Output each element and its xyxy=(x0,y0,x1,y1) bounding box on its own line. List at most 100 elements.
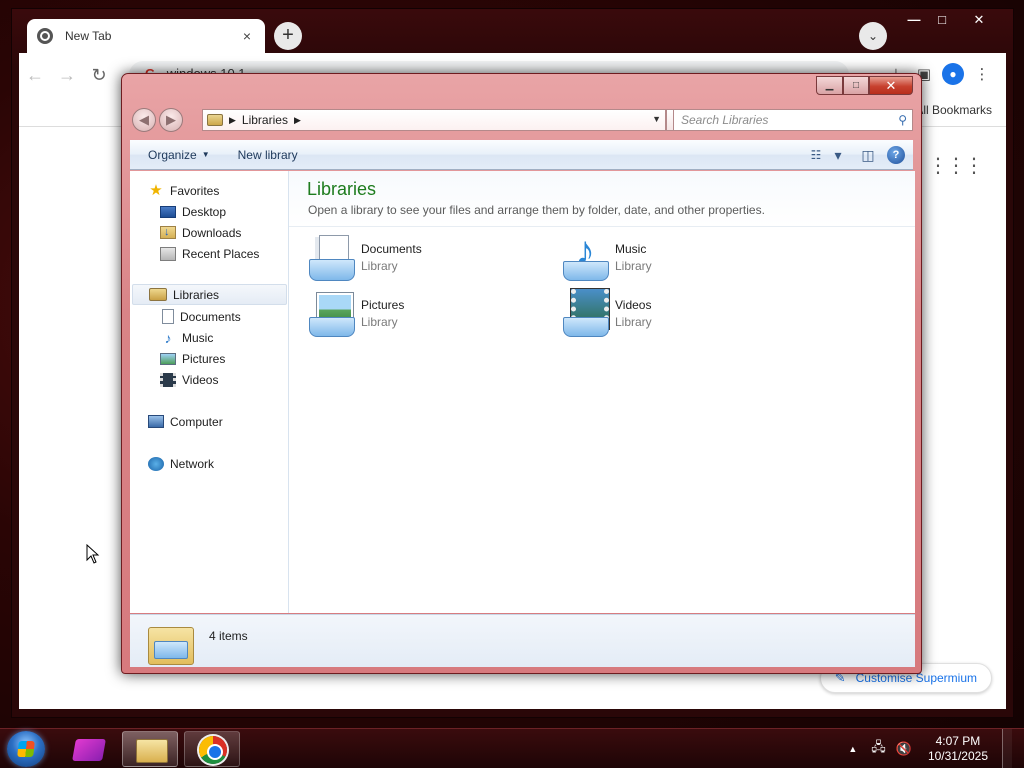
command-bar: Organize ▼ New library ☷ ▾ ◫ ? xyxy=(130,140,913,170)
taskbar-app-pink-icon[interactable] xyxy=(62,731,118,767)
pictures-library-icon xyxy=(307,289,355,337)
library-type: Library xyxy=(615,258,652,273)
search-icon[interactable]: ⚲ xyxy=(898,113,907,127)
nav-favorites[interactable]: ★ Favorites xyxy=(148,180,219,201)
nav-videos-label: Videos xyxy=(182,372,219,387)
nav-music[interactable]: ♪ Music xyxy=(160,327,214,348)
nav-libraries-label: Libraries xyxy=(173,287,220,302)
browser-window-controls: — □ ✕ xyxy=(899,11,1001,29)
clock[interactable]: 4:07 PM 10/31/2025 xyxy=(928,734,988,764)
tab-title: New Tab xyxy=(65,29,112,43)
forward-button[interactable]: → xyxy=(51,65,83,86)
network-icon xyxy=(148,456,164,471)
library-documents[interactable]: Documents Library xyxy=(307,233,422,281)
tab-new-tab[interactable]: New Tab × xyxy=(27,19,265,53)
nav-videos[interactable]: Videos xyxy=(160,369,218,390)
apps-grid-icon[interactable]: ⋮⋮⋮ xyxy=(928,153,984,178)
mouse-cursor-icon xyxy=(86,543,100,564)
search-placeholder: Search Libraries xyxy=(681,113,769,127)
nav-downloads-label: Downloads xyxy=(182,225,242,240)
volume-muted-icon[interactable]: 🔇 xyxy=(896,741,912,757)
new-tab-button[interactable]: + xyxy=(274,22,302,50)
library-pictures[interactable]: Pictures Library xyxy=(307,289,404,337)
documents-library-icon xyxy=(307,233,355,281)
taskbar-explorer-icon[interactable] xyxy=(122,731,178,767)
reload-button[interactable]: ↻ xyxy=(83,65,115,86)
new-library-button[interactable]: New library xyxy=(228,140,308,169)
preview-pane-icon[interactable]: ◫ xyxy=(857,144,879,166)
show-desktop-button[interactable] xyxy=(1002,729,1012,768)
explorer-address-bar[interactable]: ▶ Libraries ▶ ▼ xyxy=(202,109,666,131)
nav-desktop[interactable]: Desktop xyxy=(160,201,226,222)
nav-network[interactable]: Network xyxy=(148,453,214,474)
nav-recent-places[interactable]: Recent Places xyxy=(160,243,259,264)
library-type: Library xyxy=(361,258,398,273)
organize-button[interactable]: Organize ▼ xyxy=(138,140,220,169)
documents-icon xyxy=(162,309,174,324)
taskbar-browser-icon[interactable] xyxy=(184,731,240,767)
explorer-maximize-button[interactable]: □ xyxy=(843,76,869,95)
network-tray-icon[interactable]: 🖧 xyxy=(871,738,886,760)
start-button[interactable] xyxy=(7,731,45,767)
nav-desktop-label: Desktop xyxy=(182,204,227,219)
library-type: Library xyxy=(615,314,652,329)
nav-pictures[interactable]: Pictures xyxy=(160,348,225,369)
nav-documents[interactable]: Documents xyxy=(160,306,241,327)
tab-search-button[interactable]: ⌄ xyxy=(859,22,887,50)
navigation-pane: ★ Favorites Desktop Downloads Recent Pla… xyxy=(130,171,289,613)
nav-computer-label: Computer xyxy=(170,414,223,429)
browser-minimize-button[interactable]: — xyxy=(901,11,927,29)
nav-libraries[interactable]: Libraries xyxy=(132,284,287,305)
menu-kebab-icon[interactable]: ⋮ xyxy=(968,65,996,83)
chevron-down-icon: ▼ xyxy=(201,150,210,159)
breadcrumb-separator-icon[interactable]: ▶ xyxy=(229,115,236,126)
breadcrumb-separator-icon[interactable]: ▶ xyxy=(294,115,301,126)
nav-recent-places-label: Recent Places xyxy=(182,246,260,261)
explorer-back-button[interactable]: ◀ xyxy=(132,108,156,132)
nav-network-label: Network xyxy=(170,456,215,471)
tab-close-icon[interactable]: × xyxy=(239,28,255,44)
nav-pictures-label: Pictures xyxy=(182,351,226,366)
explorer-minimize-button[interactable]: ▁ xyxy=(816,76,843,95)
profile-avatar-icon[interactable]: ● xyxy=(942,63,964,85)
library-content: Libraries Open a library to see your fil… xyxy=(289,171,915,613)
change-view-icon[interactable]: ☷ xyxy=(805,144,827,166)
nav-downloads[interactable]: Downloads xyxy=(160,222,241,243)
explorer-window: ▁ □ ✕ ◀ ▶ ▶ Libraries ▶ ▼ ⇄ Search Libra… xyxy=(121,73,922,674)
nav-favorites-label: Favorites xyxy=(170,183,220,198)
browser-close-button[interactable]: ✕ xyxy=(957,11,1001,29)
nav-documents-label: Documents xyxy=(180,309,241,324)
show-hidden-icons-icon[interactable]: ▲ xyxy=(848,744,857,754)
tab-strip: New Tab × + ⌄ — □ ✕ xyxy=(12,9,1013,53)
chrome-favicon-icon xyxy=(37,28,53,44)
downloads-icon xyxy=(160,224,176,240)
search-input[interactable]: Search Libraries ⚲ xyxy=(673,109,913,131)
library-header: Libraries Open a library to see your fil… xyxy=(289,171,915,227)
explorer-forward-button[interactable]: ▶ xyxy=(159,108,183,132)
music-icon: ♪ xyxy=(164,329,172,346)
address-dropdown-icon[interactable]: ▼ xyxy=(652,114,661,124)
star-icon: ★ xyxy=(149,181,163,199)
library-name: Pictures xyxy=(361,297,405,312)
videos-icon xyxy=(160,372,176,387)
page-subtitle: Open a library to see your files and arr… xyxy=(308,203,765,217)
music-library-icon xyxy=(561,229,609,281)
computer-icon xyxy=(148,415,164,428)
views-dropdown-icon[interactable]: ▾ xyxy=(827,144,849,166)
library-name: Documents xyxy=(361,241,422,256)
explorer-close-button[interactable]: ✕ xyxy=(869,76,913,95)
all-bookmarks-button[interactable]: All Bookmarks xyxy=(915,103,992,117)
breadcrumb-libraries[interactable]: Libraries xyxy=(242,113,288,127)
library-name: Videos xyxy=(615,297,652,312)
desktop-icon xyxy=(160,205,176,218)
taskbar: ▲ 🖧 🔇 4:07 PM 10/31/2025 xyxy=(0,728,1024,768)
recent-places-icon xyxy=(160,246,176,261)
nav-computer[interactable]: Computer xyxy=(148,411,223,432)
nav-music-label: Music xyxy=(182,330,214,345)
libraries-folder-icon xyxy=(148,621,194,665)
browser-maximize-button[interactable]: □ xyxy=(929,11,955,29)
library-music[interactable]: Music Library xyxy=(561,229,652,281)
help-icon[interactable]: ? xyxy=(887,146,905,164)
back-button[interactable]: ← xyxy=(19,65,51,86)
library-videos[interactable]: Videos Library xyxy=(561,289,652,337)
